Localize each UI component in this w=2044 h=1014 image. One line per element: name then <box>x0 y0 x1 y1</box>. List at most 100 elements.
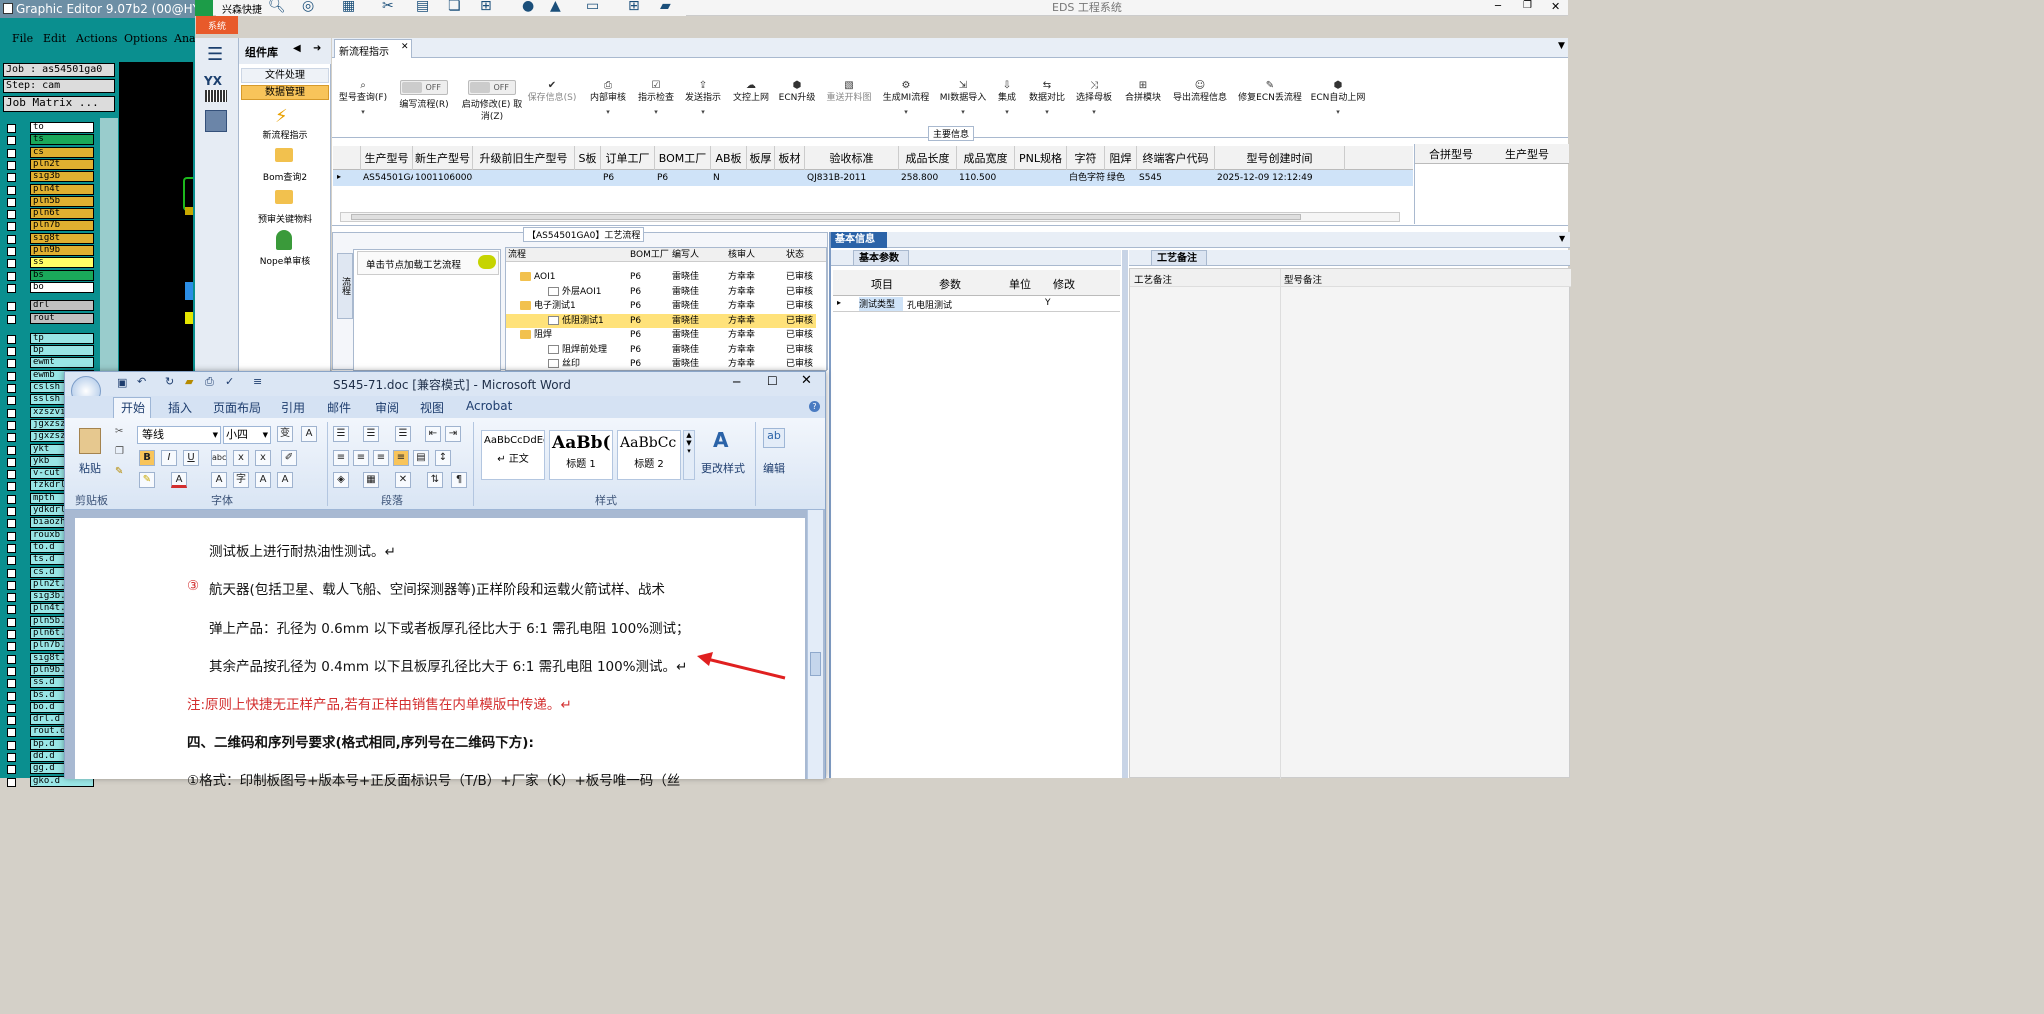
layer-checkbox[interactable] <box>7 728 16 738</box>
layer-checkbox[interactable] <box>7 777 16 787</box>
windows-icon[interactable]: ⊞ <box>628 0 640 14</box>
load-flow-button[interactable]: 单击节点加载工艺流程 <box>357 251 499 275</box>
paste-button[interactable]: 粘贴 <box>79 460 101 476</box>
tab-references[interactable]: 引用 <box>281 399 305 416</box>
layer-checkbox[interactable] <box>7 371 16 381</box>
layer-checkbox[interactable] <box>7 457 16 467</box>
horizontal-scrollbar[interactable] <box>340 212 1400 222</box>
toolbar-button-15[interactable]: ⊞ 合拼模块 <box>1120 80 1166 104</box>
tab-review[interactable]: 审阅 <box>375 399 399 416</box>
document-page[interactable]: 测试板上进行耐热油性测试。↵ ③ 航天器(包括卫星、载人飞船、空间探测器等)正样… <box>75 518 805 789</box>
yx-icon[interactable]: YX <box>204 74 222 88</box>
layer-row[interactable]: pln2t <box>0 158 100 171</box>
save-icon[interactable]: ▣ <box>117 376 127 389</box>
copy-icon[interactable]: ❏ <box>448 0 461 14</box>
layer-checkbox[interactable] <box>7 136 16 146</box>
layer-checkbox[interactable] <box>7 396 16 406</box>
toggle-switch[interactable]: OFF <box>400 80 448 95</box>
layer-checkbox[interactable] <box>7 334 16 344</box>
layer-row[interactable]: pln4t <box>0 183 100 196</box>
comp-pre-audit[interactable]: 预审关键物料 <box>239 212 331 225</box>
toolbar-button-16[interactable]: ☺ 导出流程信息 <box>1170 80 1230 104</box>
enclose-char-icon[interactable]: 字 <box>233 472 249 488</box>
style-heading-1[interactable]: AaBb( 标题 1 <box>549 430 613 480</box>
layer-checkbox[interactable] <box>7 148 16 158</box>
layer-checkbox[interactable] <box>7 605 16 615</box>
layer-checkbox[interactable] <box>7 359 16 369</box>
layer-checkbox[interactable] <box>7 314 16 324</box>
spellcheck-icon[interactable]: ✓ <box>225 375 234 388</box>
layer-checkbox[interactable] <box>7 197 16 207</box>
layer-checkbox[interactable] <box>7 347 16 357</box>
lifebuoy-icon[interactable]: ◎ <box>302 0 314 14</box>
layer-row[interactable]: pln9b <box>0 245 100 257</box>
font-size-select[interactable]: 小四 ▼ <box>223 426 271 444</box>
format-painter-icon[interactable]: ✎ <box>115 466 123 477</box>
align-right-icon[interactable]: ≡ <box>373 450 389 466</box>
cut-icon[interactable]: ✂ <box>115 426 123 437</box>
grid-header-cell[interactable]: BOM工厂 <box>655 146 711 170</box>
basic-params-tab[interactable]: 基本参数 <box>853 250 909 266</box>
chevron-left-icon[interactable]: ◀ <box>293 43 301 54</box>
toolbar-button-18[interactable]: ⬢ ECN自动上网 ▾ <box>1310 80 1366 116</box>
layer-checkbox[interactable] <box>7 765 16 775</box>
grid-header-cell[interactable]: 字符 <box>1067 146 1105 170</box>
menu-analysis[interactable]: Ana <box>174 32 196 45</box>
menu-edit[interactable]: Edit <box>43 32 66 45</box>
copy-icon[interactable]: ❐ <box>115 446 124 457</box>
border-icon[interactable]: ▦ <box>363 472 379 488</box>
chinese-layout-icon[interactable]: ✕ <box>395 472 411 488</box>
layer-checkbox[interactable] <box>7 703 16 713</box>
comp-item-file[interactable]: 文件处理 <box>241 68 329 83</box>
layer-checkbox[interactable] <box>7 124 16 133</box>
distribute-icon[interactable]: ▤ <box>413 450 429 466</box>
change-style-icon[interactable]: A <box>713 428 728 452</box>
layer-checkbox[interactable] <box>7 234 16 244</box>
table-row[interactable]: ▸ AS54501GA010011060008551 P6 P6 N QJ831B-201… <box>333 170 1413 186</box>
layer-checkbox[interactable] <box>7 753 16 762</box>
search-icon[interactable]: 🔍︎ <box>268 0 286 14</box>
chevron-down-icon[interactable]: ▼ <box>1559 234 1565 243</box>
layer-checkbox[interactable] <box>7 507 16 516</box>
help-icon[interactable]: ? <box>809 401 820 412</box>
change-style-button[interactable]: 更改样式 <box>701 460 745 476</box>
barcode-icon[interactable] <box>205 90 227 102</box>
craft-note-area[interactable]: 工艺备注 型号备注 <box>1129 268 1571 779</box>
italic-button[interactable]: I <box>161 450 177 466</box>
font-color-icon[interactable]: A <box>171 472 187 488</box>
grid-header-cell[interactable]: 阻焊 <box>1105 146 1137 170</box>
maximize-icon[interactable]: ❐ <box>1523 0 1532 11</box>
tab-acrobat[interactable]: Acrobat <box>466 399 512 413</box>
style-heading-2[interactable]: AaBbCc 标题 2 <box>617 430 681 480</box>
maximize-icon[interactable]: ☐ <box>767 374 778 388</box>
grid-header-cell[interactable]: 成品长度 <box>899 146 957 170</box>
tree-node[interactable]: 电子测试1 P6 雷晓佳 方幸幸 已审核 <box>506 299 816 313</box>
folder-icon[interactable] <box>275 148 293 162</box>
toolbar-button-13[interactable]: ⇆ 数据对比 ▾ <box>1026 80 1068 116</box>
layer-checkbox[interactable] <box>7 210 16 220</box>
folder-icon[interactable] <box>275 190 293 204</box>
superscript-button[interactable]: x <box>255 450 271 466</box>
menu-file[interactable]: File <box>12 32 33 45</box>
comp-nope-audit[interactable]: Nope单审核 <box>239 254 331 267</box>
layer-checkbox[interactable] <box>7 630 16 639</box>
comp-new-flow[interactable]: 新流程指示 <box>239 128 331 141</box>
increase-indent-icon[interactable]: ⇥ <box>445 426 461 442</box>
minimize-icon[interactable]: ─ <box>1495 1 1501 12</box>
basic-info-tab[interactable]: 基本信息 <box>831 232 887 248</box>
monitor-icon[interactable]: ▭ <box>586 0 599 14</box>
toolbar-button-2[interactable]: OFF 启动修改(E) 取消(Z) <box>460 80 524 123</box>
layer-checkbox[interactable] <box>7 679 16 689</box>
layer-checkbox[interactable] <box>7 283 16 293</box>
paste-icon[interactable] <box>79 428 101 454</box>
undo-icon[interactable]: ↶ <box>137 375 146 388</box>
layer-row[interactable]: bs <box>0 269 100 282</box>
toolbar-button-5[interactable]: ☑ 指示检查 ▾ <box>634 80 678 116</box>
film-icon[interactable]: ▤ <box>416 0 429 14</box>
layer-row[interactable]: pln7b <box>0 220 100 232</box>
table-row[interactable]: ▸ 测试类型 孔电阻测试 Y <box>833 296 1120 312</box>
job-matrix-button[interactable]: Job Matrix ... <box>3 96 115 112</box>
toolbar-button-9[interactable]: ▧ 重送开料图 <box>822 80 876 104</box>
grid-header-cell[interactable]: 验收标准 <box>805 146 899 170</box>
layer-checkbox[interactable] <box>7 556 16 566</box>
